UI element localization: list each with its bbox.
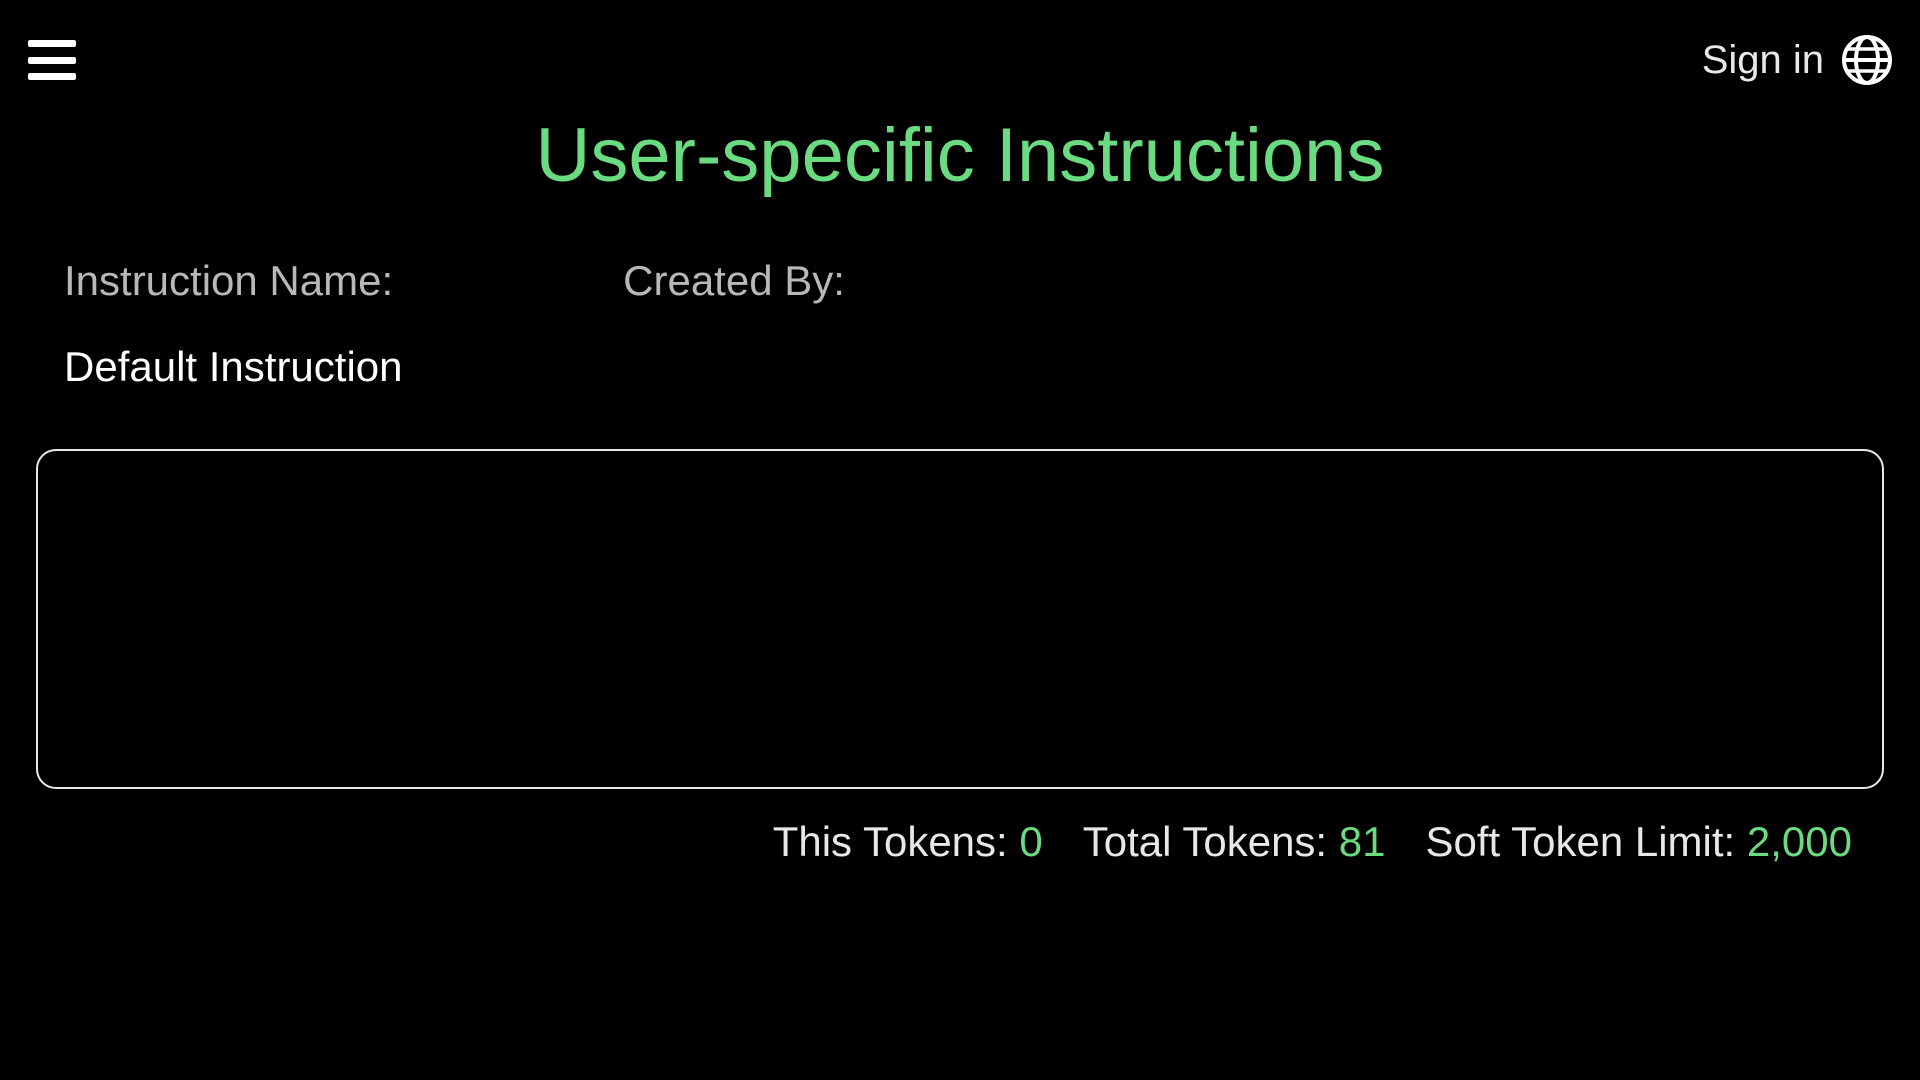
- header-right: Sign in: [1702, 35, 1892, 85]
- instruction-textarea[interactable]: [36, 449, 1884, 789]
- this-tokens-value: 0: [1019, 818, 1042, 865]
- total-tokens-value: 81: [1339, 818, 1386, 865]
- total-tokens: Total Tokens: 81: [1083, 818, 1386, 866]
- soft-token-limit-label: Soft Token Limit:: [1426, 818, 1747, 865]
- sign-in-link[interactable]: Sign in: [1702, 38, 1824, 83]
- instruction-name-label: Instruction Name:: [64, 257, 393, 305]
- created-by-label: Created By:: [623, 257, 845, 305]
- token-info-row: This Tokens: 0 Total Tokens: 81 Soft Tok…: [0, 818, 1920, 866]
- info-row: Instruction Name: Created By:: [0, 257, 1920, 305]
- globe-icon[interactable]: [1842, 35, 1892, 85]
- page-title: User-specific Instructions: [0, 112, 1920, 199]
- app-header: Sign in: [0, 0, 1920, 96]
- this-tokens-label: This Tokens:: [773, 818, 1020, 865]
- soft-token-limit-value: 2,000: [1747, 818, 1852, 865]
- instruction-name-value: Default Instruction: [0, 343, 1920, 391]
- total-tokens-label: Total Tokens:: [1083, 818, 1339, 865]
- textarea-container: [0, 449, 1920, 794]
- hamburger-menu-icon[interactable]: [28, 40, 76, 80]
- this-tokens: This Tokens: 0: [773, 818, 1043, 866]
- soft-token-limit: Soft Token Limit: 2,000: [1426, 818, 1853, 866]
